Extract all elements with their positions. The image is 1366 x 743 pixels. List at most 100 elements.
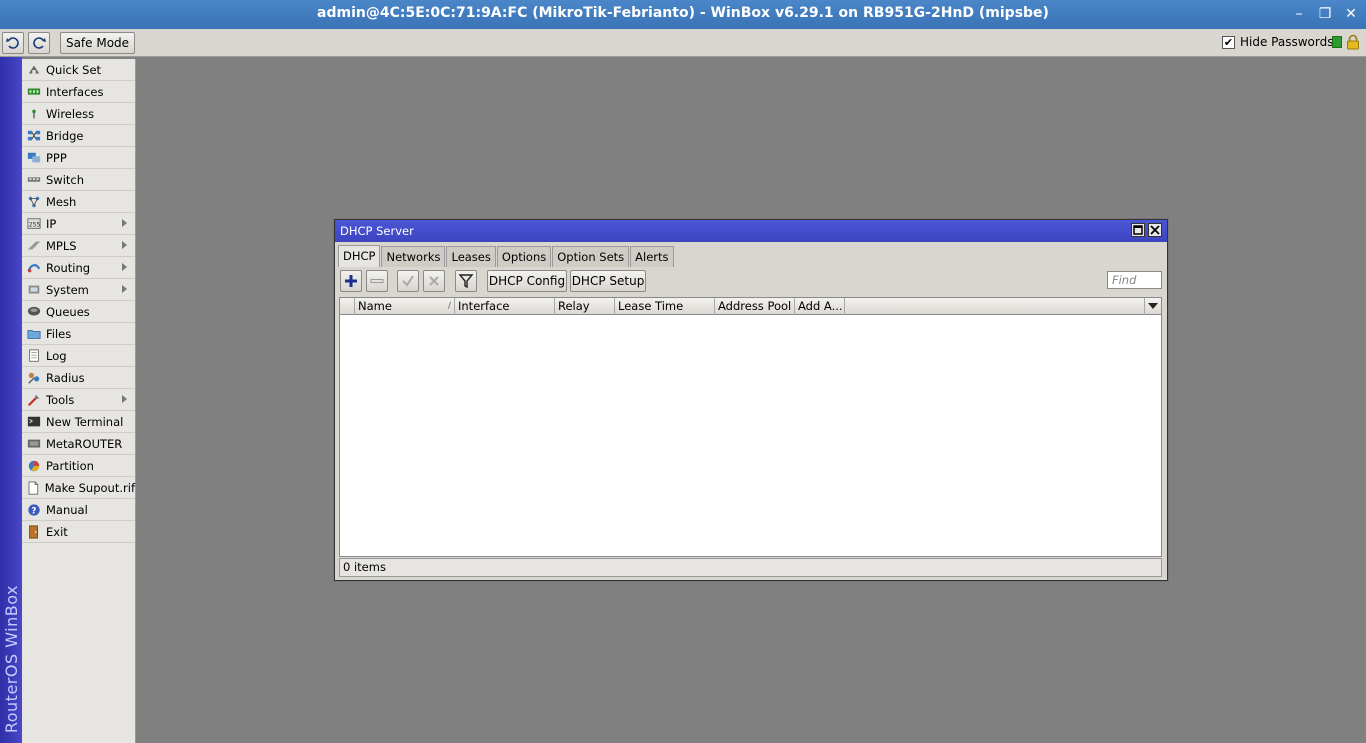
safe-mode-button[interactable]: Safe Mode [60, 32, 135, 54]
menu-item-ip[interactable]: 255 IP [22, 213, 135, 235]
menu-item-metarouter[interactable]: MetaROUTER [22, 433, 135, 455]
menu-item-quick-set[interactable]: Quick Set [22, 59, 135, 81]
bridge-icon [27, 130, 41, 140]
close-window-button[interactable] [1148, 223, 1162, 237]
table-header: Name / Interface Relay Lease Time Addres… [340, 298, 1161, 315]
mesh-icon [28, 196, 40, 207]
menu-item-files[interactable]: Files [22, 323, 135, 345]
main-toolbar: Safe Mode ✔ Hide Passwords [0, 29, 1366, 57]
menu-item-label: Mesh [46, 194, 77, 209]
menu-item-wireless[interactable]: Wireless [22, 103, 135, 125]
column-relay[interactable]: Relay [555, 298, 615, 315]
column-interface[interactable]: Interface [455, 298, 555, 315]
menu-item-label: Quick Set [46, 62, 102, 77]
lock-icon [1347, 34, 1359, 50]
menu-item-tools[interactable]: Tools [22, 389, 135, 411]
filter-button[interactable] [455, 270, 477, 292]
menu-item-label: PPP [46, 150, 67, 165]
dhcp-window-title: DHCP Server [340, 224, 414, 238]
menu-item-interfaces[interactable]: Interfaces [22, 81, 135, 103]
column-lease-time[interactable]: Lease Time [615, 298, 715, 315]
disable-button[interactable] [423, 270, 445, 292]
menu-item-log[interactable]: Log [22, 345, 135, 367]
menu-item-switch[interactable]: Switch [22, 169, 135, 191]
menu-item-queues[interactable]: Queues [22, 301, 135, 323]
files-icon [27, 329, 41, 339]
menu-item-make-supout-rif[interactable]: Make Supout.rif [22, 477, 135, 499]
mpls-icon [27, 241, 41, 249]
menu-item-label: Queues [46, 304, 90, 319]
add-button[interactable] [340, 270, 362, 292]
ip-icon: 255 [27, 217, 41, 229]
hide-passwords-label: Hide Passwords [1240, 35, 1334, 49]
menu-item-label: Exit [46, 524, 68, 539]
tab-dhcp[interactable]: DHCP [338, 245, 381, 267]
menu-item-label: Partition [46, 458, 94, 473]
quick-set-icon [28, 65, 40, 73]
dhcp-setup-button[interactable]: DHCP Setup [570, 270, 646, 292]
select-column[interactable] [340, 298, 355, 315]
app-title: admin@4C:5E:0C:71:9A:FC (MikroTik-Febria… [317, 5, 1049, 21]
remove-button[interactable] [366, 270, 388, 292]
undo-icon [6, 37, 19, 49]
status-bar: 0 items [339, 558, 1162, 577]
menu-item-label: Interfaces [46, 84, 104, 99]
partition-icon [28, 460, 40, 471]
restore-button[interactable]: ❐ [1314, 4, 1336, 24]
menu-item-system[interactable]: System [22, 279, 135, 301]
supout-icon [28, 480, 39, 495]
terminal-icon [27, 416, 41, 426]
main-menu: Quick Set Interfaces Wireless Bridge PPP Swit… [22, 59, 136, 743]
tab-options[interactable]: Options [496, 246, 552, 267]
menu-item-label: MPLS [46, 238, 77, 253]
menu-item-partition[interactable]: Partition [22, 455, 135, 477]
submenu-arrow-icon [122, 263, 127, 271]
submenu-arrow-icon [122, 219, 127, 227]
submenu-arrow-icon [122, 395, 127, 403]
menu-item-exit[interactable]: Exit [22, 521, 135, 543]
redo-button[interactable] [28, 32, 50, 54]
svg-text:255: 255 [29, 221, 41, 228]
tab-leases[interactable]: Leases [446, 246, 496, 267]
menu-item-label: System [46, 282, 89, 297]
menu-item-mesh[interactable]: Mesh [22, 191, 135, 213]
find-input[interactable]: Find [1107, 271, 1162, 289]
column-address-pool[interactable]: Address Pool [715, 298, 795, 315]
menu-item-radius[interactable]: Radius [22, 367, 135, 389]
menu-item-label: Manual [46, 502, 88, 517]
app-title-bar: admin@4C:5E:0C:71:9A:FC (MikroTik-Febria… [0, 0, 1366, 29]
brand-band: RouterOS WinBox [0, 57, 22, 743]
hide-passwords-toggle[interactable]: ✔ Hide Passwords [1222, 35, 1333, 49]
dhcp-config-button[interactable]: DHCP Config [487, 270, 567, 292]
column-add-arp[interactable]: Add A... [795, 298, 845, 315]
minimize-button[interactable]: – [1288, 4, 1310, 24]
menu-item-label: Switch [46, 172, 85, 187]
routing-icon [27, 263, 41, 272]
menu-item-manual[interactable]: ? Manual [22, 499, 135, 521]
column-name[interactable]: Name / [355, 298, 455, 315]
tab-option-sets[interactable]: Option Sets [552, 246, 630, 267]
close-button[interactable]: ✕ [1340, 4, 1362, 24]
brand-text: RouterOS WinBox [2, 584, 21, 733]
maximize-icon [1133, 225, 1143, 235]
queues-icon [27, 306, 41, 315]
menu-item-label: Tools [46, 392, 75, 407]
undo-button[interactable] [2, 32, 24, 54]
menu-item-bridge[interactable]: Bridge [22, 125, 135, 147]
menu-item-label: Wireless [46, 106, 95, 121]
maximize-window-button[interactable] [1131, 223, 1145, 237]
menu-item-routing[interactable]: Routing [22, 257, 135, 279]
column-chooser-button[interactable] [1144, 298, 1161, 315]
menu-item-mpls[interactable]: MPLS [22, 235, 135, 257]
switch-icon [27, 176, 41, 182]
plus-icon [345, 275, 357, 287]
hide-passwords-checkbox[interactable]: ✔ [1222, 35, 1235, 49]
menu-item-ppp[interactable]: PPP [22, 147, 135, 169]
log-icon [29, 348, 39, 362]
menu-item-new-terminal[interactable]: New Terminal [22, 411, 135, 433]
enable-button[interactable] [397, 270, 419, 292]
dhcp-window-title-bar[interactable]: DHCP Server [335, 220, 1167, 242]
tab-alerts[interactable]: Alerts [630, 246, 674, 267]
connection-status-icon [1332, 36, 1342, 48]
tab-networks[interactable]: Networks [381, 246, 446, 267]
